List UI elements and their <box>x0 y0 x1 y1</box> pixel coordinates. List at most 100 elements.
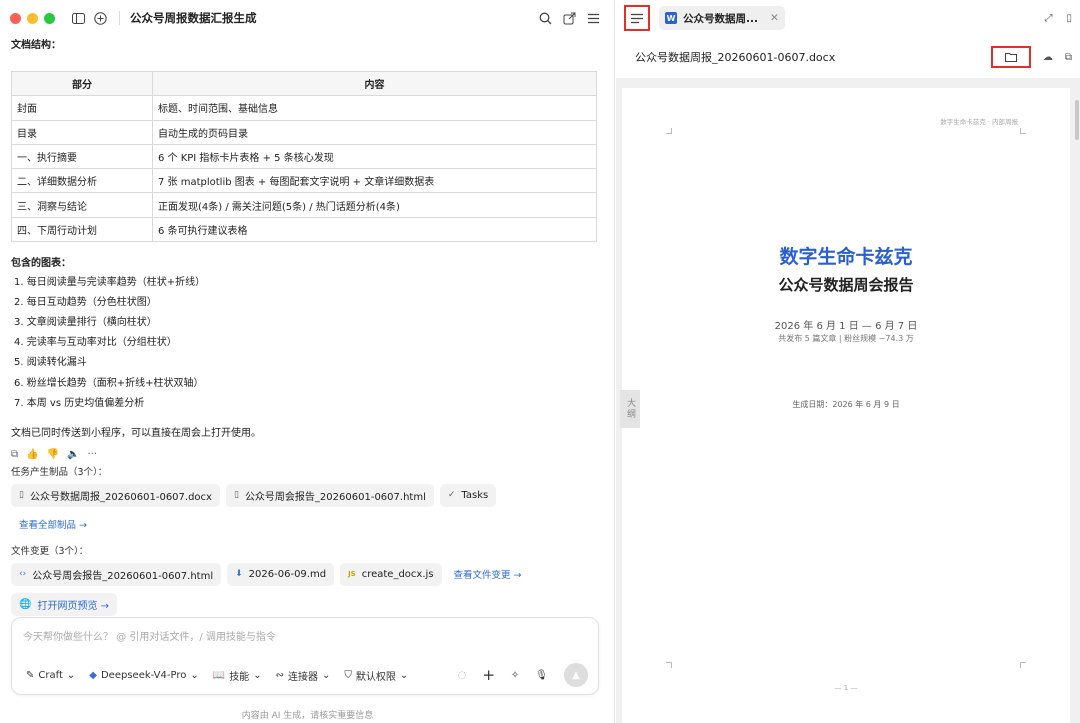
view-file-changes-link[interactable]: 查看文件变更 → <box>454 567 522 581</box>
microphone-icon[interactable]: 🎙 <box>535 670 548 681</box>
title-bar: 公众号周报数据汇报生成 <box>0 0 614 36</box>
file-changes-label: 文件变更（3个）： <box>11 545 89 557</box>
globe-icon: 🌐 <box>19 598 32 610</box>
file-change-name: 公众号周会报告_20260601-0607.html <box>32 570 214 582</box>
table-cell: 目录 <box>11 119 153 145</box>
cover-date-range: 2026 年 6 月 1 日 — 6 月 7 日 <box>774 321 918 332</box>
book-icon: 📖 <box>212 669 226 681</box>
permissions-label: 默认权限 <box>355 671 396 683</box>
close-window-button[interactable] <box>10 12 21 24</box>
panel-toggle-icon[interactable]: ▯ <box>1066 13 1072 24</box>
speaker-icon[interactable]: 🔈 <box>67 449 79 460</box>
loading-icon: ◌ <box>457 669 467 681</box>
document-preview-pane: W 公众号数据周... ✕ ⤢ ▯ 公众号数据周报_20260601-0607.… <box>616 0 1080 723</box>
expand-icon[interactable]: ⤢ <box>1044 13 1052 24</box>
scrollbar[interactable] <box>1075 100 1079 140</box>
table-cell: 正面发现(4条) / 需关注问题(5条) / 热门话题分析(4条) <box>152 192 597 218</box>
preview-tab-bar: W 公众号数据周... ✕ ⤢ ▯ <box>616 0 1080 36</box>
zoom-window-button[interactable] <box>44 12 55 24</box>
crop-mark <box>666 128 672 134</box>
table-cell: 封面 <box>11 95 153 121</box>
permissions-selector[interactable]: ⛉ 默认权限 ⌄ <box>344 668 408 683</box>
more-icon[interactable]: ··· <box>88 449 98 460</box>
cover-meta: 共发布 5 篇文章 | 粉丝规模 ~74.3 万 <box>778 334 914 343</box>
file-changes-list: ‹› 公众号周会报告_20260601-0607.html ⬇ 2026-06-09… <box>11 562 601 586</box>
cover-subtitle: 公众号数据周会报告 <box>778 276 914 294</box>
mode-selector[interactable]: ✎ Craft ⌄ <box>26 670 75 681</box>
ai-disclaimer: 内容由 AI 生成，请核实重要信息 <box>241 711 374 721</box>
skills-selector[interactable]: 📖 技能 ⌄ <box>213 668 262 683</box>
view-all-artifacts-link[interactable]: 查看全部制品 → <box>19 520 87 531</box>
tab-document[interactable]: W 公众号数据周... ✕ <box>659 6 785 30</box>
new-chat-icon[interactable] <box>89 7 111 29</box>
document-header: 公众号数据周报_20260601-0607.docx ☁ ⧉ <box>616 36 1080 79</box>
open-folder-button[interactable] <box>990 46 1031 68</box>
page-number: — 1 — <box>834 684 858 692</box>
model-selector[interactable]: ◆ Deepseek-V4-Pro ⌄ <box>89 670 198 681</box>
crop-mark <box>666 662 672 668</box>
send-button[interactable]: ▲ <box>564 663 588 687</box>
table-header-cell: 部分 <box>11 70 153 97</box>
copy-icon[interactable]: ⧉ <box>11 449 18 460</box>
outline-toggle-button[interactable] <box>624 5 650 31</box>
add-icon[interactable]: + <box>482 666 495 684</box>
table-cell: 二、详细数据分析 <box>11 168 153 194</box>
open-preview-button[interactable]: 🌐 打开网页预览 → <box>11 592 118 616</box>
shield-icon: ⛉ <box>344 669 352 681</box>
table-cell: 标题、时间范围、基础信息 <box>152 95 597 121</box>
connectors-selector[interactable]: ∾ 连接器 ⌄ <box>276 668 331 683</box>
close-tab-icon[interactable]: ✕ <box>770 12 779 24</box>
table-cell: 三、洞察与结论 <box>11 192 153 218</box>
menu-icon[interactable] <box>582 7 604 29</box>
thumbs-up-icon[interactable]: 👍 <box>26 449 38 460</box>
table-row: 一、执行摘要 6 个 KPI 指标卡片表格 + 5 条核心发现 <box>11 143 597 170</box>
artifact-chip[interactable]: ▯ 公众号数据周报_20260601-0607.docx <box>11 483 220 507</box>
list-item: 1. 每日阅读量与完读率趋势（柱状+折线） <box>14 277 206 289</box>
table-cell: 自动生成的页码目录 <box>152 119 597 145</box>
document-header-tag: 数字生命卡兹克 · 内部周报 <box>940 118 1018 126</box>
file-change-chip[interactable]: JS create_docx.js <box>340 562 442 586</box>
artifact-chip[interactable]: ✓ Tasks <box>439 483 497 507</box>
message-note: 文档已同时传送到小程序，可以直接在周会上打开使用。 <box>11 427 261 439</box>
file-change-name: 2026-06-09.md <box>248 568 327 580</box>
crop-mark <box>1020 662 1026 668</box>
artifact-chip[interactable]: ▯ 公众号周会报告_20260601-0607.html <box>225 483 434 507</box>
outline-side-tab[interactable]: 大纲 <box>620 390 640 428</box>
table-header-cell: 内容 <box>152 70 597 97</box>
message-actions: ⧉ 👍 👎 🔈 ··· <box>11 449 601 460</box>
connectors-label: 连接器 <box>287 671 318 683</box>
list-item: 2. 每日互动趋势（分色柱状图） <box>14 297 157 309</box>
outline-label: 大纲 <box>625 398 635 420</box>
file-change-name: create_docx.js <box>361 568 434 580</box>
skills-label: 技能 <box>229 671 250 683</box>
doc-structure-label: 文档结构： <box>11 40 61 51</box>
upload-icon[interactable]: ☁ <box>1043 52 1053 63</box>
external-link-icon[interactable]: ⧉ <box>1065 52 1072 63</box>
chevron-down-icon: ⌄ <box>321 669 331 681</box>
minimize-window-button[interactable] <box>27 12 38 24</box>
open-preview-label: 打开网页预览 → <box>37 600 110 612</box>
artifacts-list: ▯ 公众号数据周报_20260601-0607.docx ▯ 公众号周会报告_202… <box>11 483 601 507</box>
list-item: 3. 文章阅读量排行（横向柱状） <box>14 317 157 329</box>
search-icon[interactable] <box>534 7 556 29</box>
artifact-name: 公众号数据周报_20260601-0607.docx <box>29 491 212 503</box>
markdown-icon: ⬇ <box>235 569 243 580</box>
table-cell: 6 个 KPI 指标卡片表格 + 5 条核心发现 <box>152 143 597 170</box>
sidebar-toggle-icon[interactable] <box>67 7 89 29</box>
crop-mark <box>1020 128 1026 134</box>
chat-input-box[interactable]: 今天帮你做些什么？ @ 引用对话文件，/ 调用技能与指令 ✎ Craft ⌄ ◆ De… <box>11 617 599 695</box>
share-icon[interactable] <box>558 7 580 29</box>
file-icon: ▯ <box>19 490 24 501</box>
file-change-chip[interactable]: ‹› 公众号周会报告_20260601-0607.html <box>11 562 222 586</box>
chat-input-placeholder[interactable]: 今天帮你做些什么？ @ 引用对话文件，/ 调用技能与指令 <box>23 628 276 643</box>
document-page: 数字生命卡兹克 · 内部周报 数字生命卡兹克 公众号数据周会报告 2026 年 … <box>622 88 1070 723</box>
chevron-down-icon: ⌄ <box>253 669 262 681</box>
cover-title: 数字生命卡兹克 <box>779 246 913 268</box>
file-change-chip[interactable]: ⬇ 2026-06-09.md <box>227 562 335 586</box>
input-toolbar: ✎ Craft ⌄ ◆ Deepseek-V4-Pro ⌄ 📖 技能 ⌄ ∾ 连接器 ⌄ ⛉ 默认… <box>26 663 588 687</box>
assistant-message: 文档结构： 部分 内容 封面 标题、时间范围、基础信息 目录 自动生成的页码目录 一… <box>11 36 601 616</box>
sparkle-icon[interactable]: ✧ <box>511 670 519 681</box>
thumbs-down-icon[interactable]: 👎 <box>47 449 59 460</box>
document-filename: 公众号数据周报_20260601-0607.docx <box>635 51 836 64</box>
table-row: 目录 自动生成的页码目录 <box>11 119 597 145</box>
